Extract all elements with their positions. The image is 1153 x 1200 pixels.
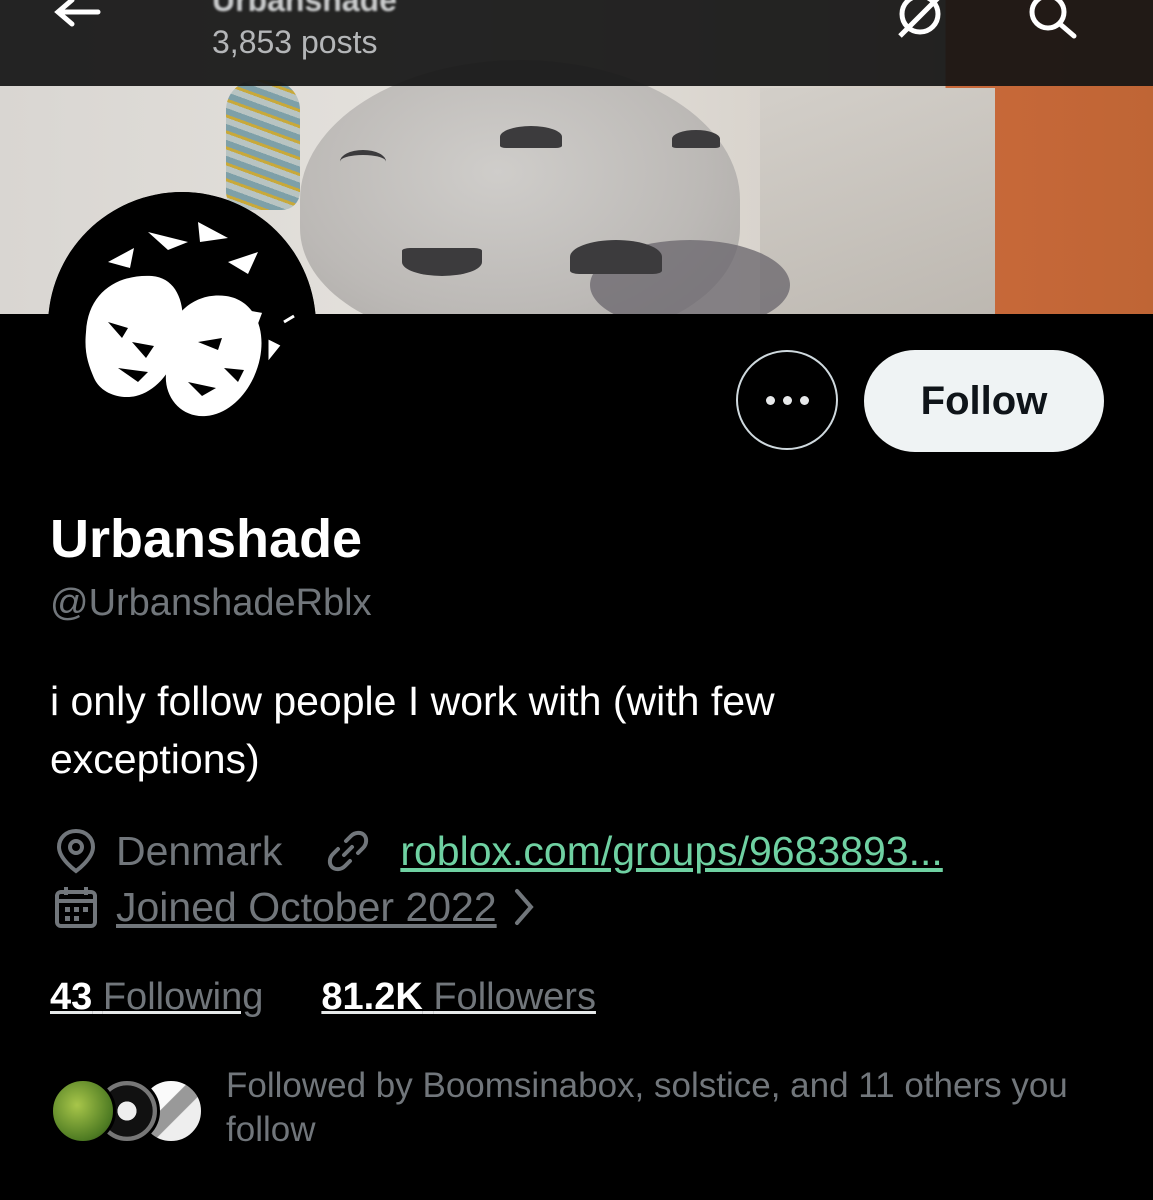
follow-stats: 43 Following 81.2K Followers bbox=[50, 976, 654, 1019]
following-label: Following bbox=[102, 976, 264, 1018]
more-dot bbox=[782, 395, 792, 405]
following-count: 43 bbox=[50, 976, 93, 1018]
mask-mark-right bbox=[570, 240, 662, 274]
avatar bbox=[50, 1078, 116, 1144]
mask-brow bbox=[340, 150, 386, 173]
posts-count: 3,853 posts bbox=[212, 24, 378, 60]
chevron-right-icon bbox=[514, 889, 534, 925]
banner-cloth bbox=[760, 88, 995, 314]
search-icon[interactable] bbox=[1024, 0, 1080, 40]
more-dot bbox=[765, 395, 775, 405]
mask-mark-left bbox=[402, 248, 482, 276]
followed-by-text: Followed by Boomsinabox, solstice, and 1… bbox=[226, 1066, 1068, 1149]
mask-eye-right bbox=[672, 130, 720, 148]
location-text: Denmark bbox=[116, 827, 283, 874]
profile-avatar[interactable] bbox=[48, 192, 316, 460]
location-pin-icon bbox=[56, 828, 96, 874]
avatar-image bbox=[48, 192, 316, 460]
profile-page: Urbanshade 3,853 posts Follow Urbanshade bbox=[0, 0, 1153, 1200]
followed-by-avatars bbox=[50, 1078, 204, 1146]
following-stat[interactable]: 43 Following bbox=[50, 976, 263, 1019]
more-dot bbox=[799, 395, 809, 405]
followers-count: 81.2K bbox=[321, 976, 423, 1018]
topbar-title: Urbanshade bbox=[212, 0, 397, 18]
follow-button[interactable]: Follow bbox=[864, 350, 1104, 452]
banner-tassel bbox=[226, 80, 300, 210]
profile-meta-location-link: Denmark roblox.com/groups/9683893... bbox=[52, 826, 943, 876]
joined-date[interactable]: Joined October 2022 bbox=[116, 884, 497, 931]
followed-by-section[interactable]: Followed by Boomsinabox, solstice, and 1… bbox=[50, 1064, 1110, 1164]
profile-meta-joined[interactable]: Joined October 2022 bbox=[52, 882, 539, 932]
grok-icon[interactable] bbox=[892, 0, 948, 40]
followers-label: Followers bbox=[433, 976, 596, 1018]
user-handle: @UrbanshadeRblx bbox=[50, 582, 372, 624]
followers-stat[interactable]: 81.2K Followers bbox=[321, 976, 596, 1019]
top-bar: Urbanshade 3,853 posts bbox=[0, 0, 1153, 86]
profile-bio: i only follow people I work with (with f… bbox=[50, 678, 775, 782]
link-icon bbox=[328, 830, 369, 872]
more-options-button[interactable] bbox=[736, 350, 838, 450]
back-arrow-icon[interactable] bbox=[52, 0, 102, 30]
profile-link[interactable]: roblox.com/groups/9683893... bbox=[400, 828, 942, 875]
display-name: Urbanshade bbox=[50, 509, 363, 569]
calendar-icon bbox=[55, 887, 97, 928]
mask-eye-left bbox=[500, 126, 562, 148]
